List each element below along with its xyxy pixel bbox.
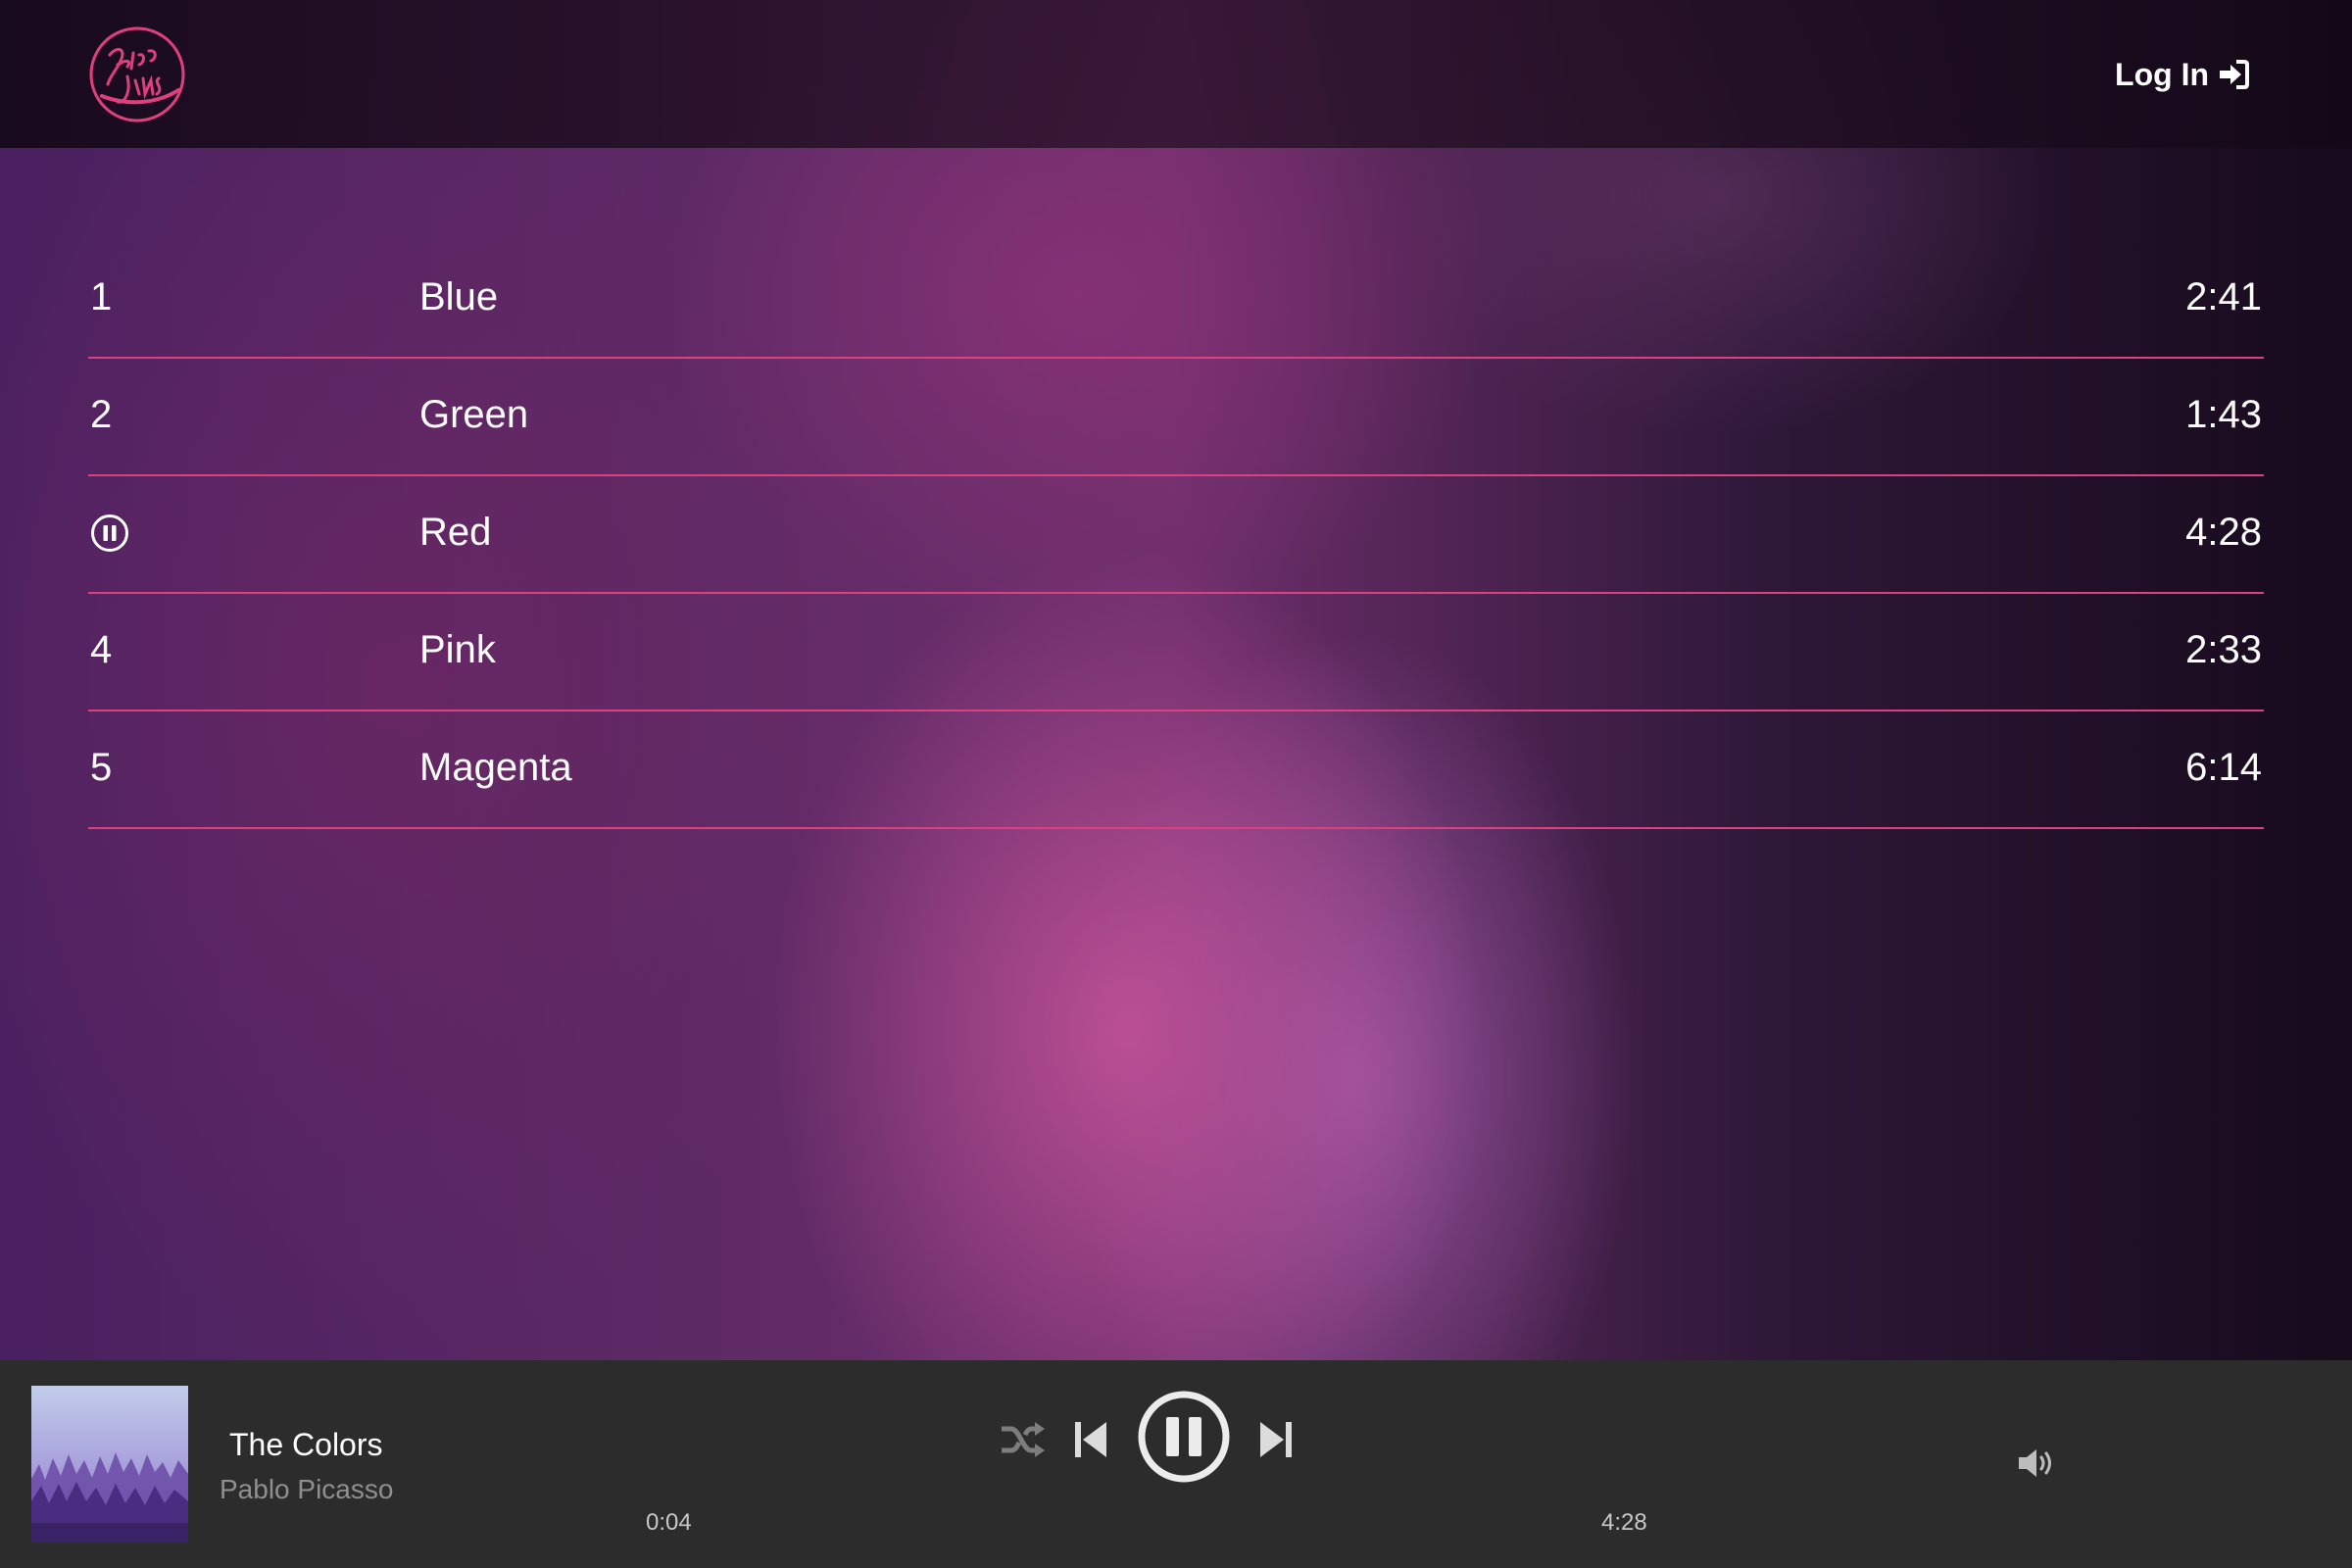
track-duration: 6:14	[2185, 746, 2262, 789]
track-number: 1	[90, 275, 113, 318]
track-title: Pink	[419, 628, 496, 671]
top-navbar: Log In	[0, 0, 2352, 148]
login-label: Log In	[2115, 56, 2209, 92]
total-time: 4:28	[1601, 1509, 1647, 1536]
track-title: Red	[419, 511, 492, 554]
login-button[interactable]: Log In	[2115, 49, 2250, 100]
previous-track-icon[interactable]	[1073, 1418, 1108, 1461]
track-row[interactable]: 1 Blue 2:41	[88, 241, 2264, 359]
shuffle-icon[interactable]	[1000, 1419, 1047, 1460]
track-number: 5	[90, 746, 113, 789]
track-title: Blue	[419, 275, 499, 318]
track-number: 4	[90, 628, 113, 671]
track-duration: 4:28	[2185, 511, 2262, 554]
pause-icon[interactable]	[1137, 1390, 1231, 1484]
next-track-icon[interactable]	[1258, 1418, 1294, 1461]
pause-circle-icon[interactable]	[90, 514, 129, 553]
track-duration: 2:33	[2185, 628, 2262, 671]
track-duration: 1:43	[2185, 393, 2262, 436]
track-list: 1 Blue 2:41 2 Green 1:43 Red 4:28 4 Pink…	[88, 241, 2264, 829]
artist-name: Pablo Picasso	[220, 1474, 394, 1504]
track-row-playing[interactable]: Red 4:28	[88, 476, 2264, 594]
track-title: Magenta	[419, 746, 572, 789]
track-title: Green	[419, 393, 529, 436]
track-row[interactable]: 2 Green 1:43	[88, 359, 2264, 476]
track-duration: 2:41	[2185, 275, 2262, 318]
track-row[interactable]: 5 Magenta 6:14	[88, 711, 2264, 829]
sign-in-icon	[2220, 60, 2249, 89]
app-root: Log In 1 Blue 2:41 2 Green 1:43 Red 4:28	[0, 0, 2352, 1568]
bloc-jams-logo[interactable]	[88, 25, 186, 123]
album-cover-image	[31, 1386, 188, 1543]
current-time: 0:04	[646, 1509, 692, 1536]
volume-icon[interactable]	[2017, 1446, 2056, 1480]
track-row[interactable]: 4 Pink 2:33	[88, 594, 2264, 711]
track-number: 2	[90, 393, 113, 436]
song-title: The Colors	[229, 1427, 383, 1462]
